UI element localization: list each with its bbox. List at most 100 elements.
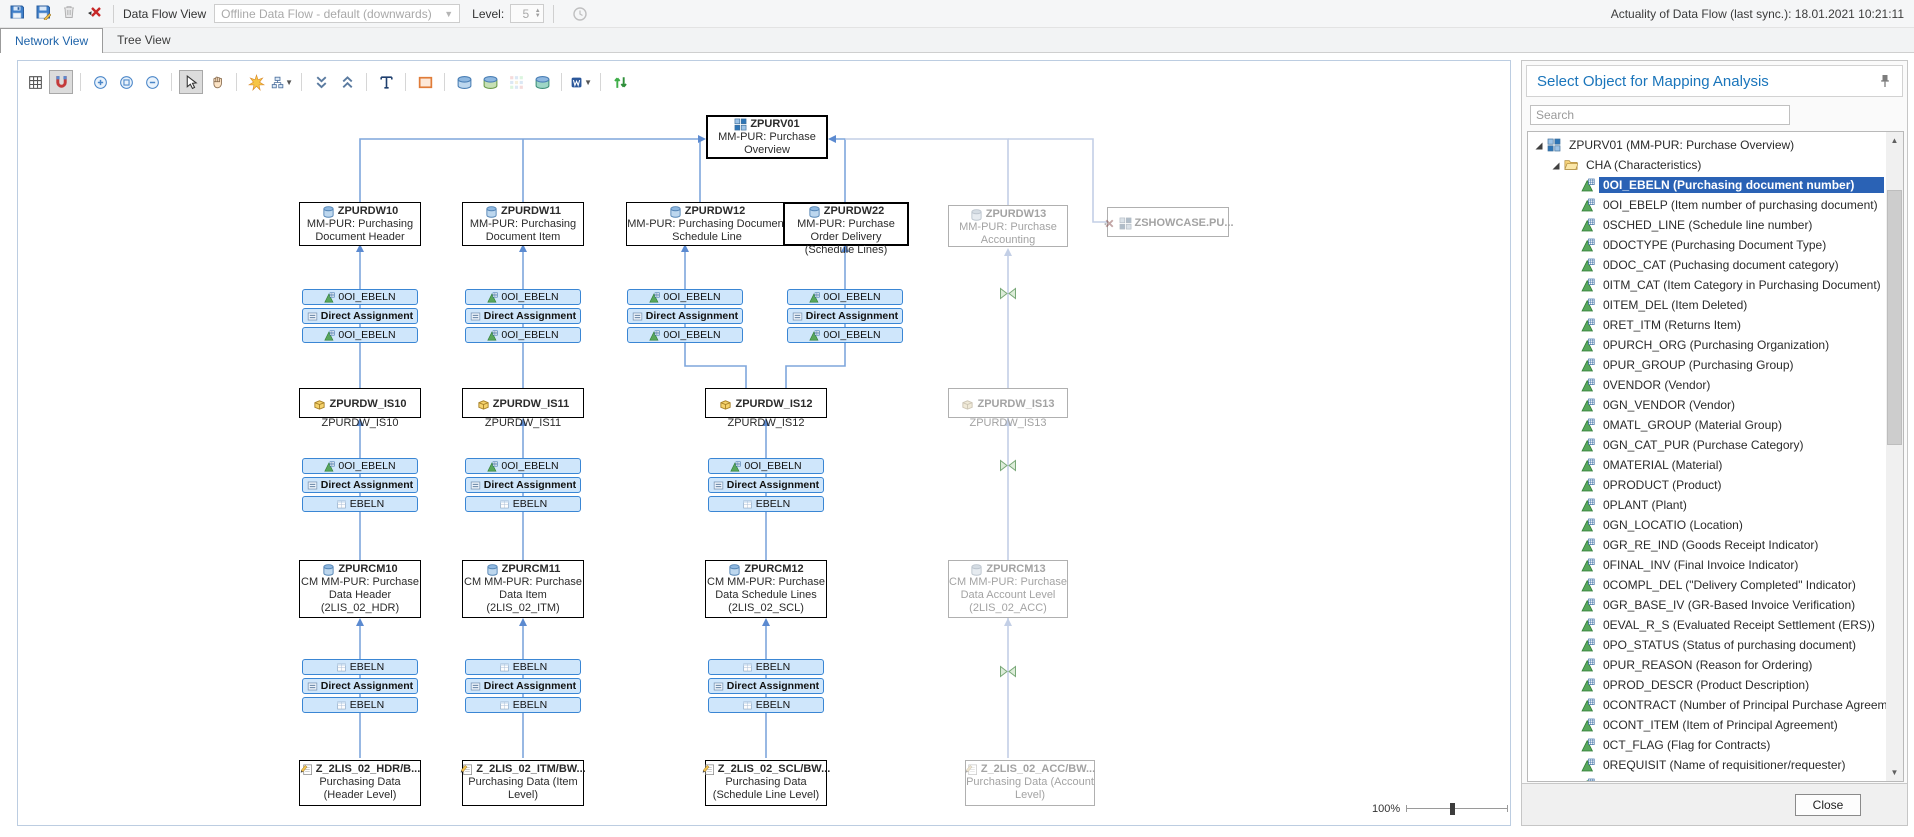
diagram-node[interactable]: Z_2LIS_02_HDR/B...Purchasing Data (Heade… [299,760,421,806]
diagram-node[interactable]: ZPURDW_IS12ZPURDW_IS12 [705,388,827,418]
mapping-field-box[interactable]: 0OI_EBELN [465,289,581,305]
grid-toggle-icon[interactable] [23,70,47,94]
data-flow-dropdown[interactable]: Offline Data Flow - default (downwards) … [214,4,460,23]
close-button[interactable]: Close [1795,794,1861,816]
mapping-field-box[interactable]: EBELN [465,659,581,675]
tree-item[interactable]: 0PUR_REASON (Reason for Ordering) [1528,655,1884,675]
layout-icon[interactable]: ▼ [270,70,294,94]
zoom-slider-thumb[interactable] [1450,803,1455,815]
collapsed-mapping-icon[interactable] [999,459,1017,472]
tree-item[interactable]: 0MATL_GROUP (Material Group) [1528,415,1884,435]
tree-item[interactable]: 0PURCH_ORG (Purchasing Organization) [1528,335,1884,355]
expand-all-icon[interactable] [335,70,359,94]
frame-icon[interactable] [413,70,437,94]
diagram-node[interactable]: ZPURDW10MM-PUR: Purchasing Document Head… [299,202,421,246]
tree-item[interactable]: 0ITM_CAT (Item Category in Purchasing Do… [1528,275,1884,295]
tree-item[interactable]: 0GR_RE_IND (Goods Receipt Indicator) [1528,535,1884,555]
schedule-clock-icon[interactable] [571,5,589,23]
search-input[interactable] [1530,105,1790,125]
diagram-node[interactable]: ZPURCM12CM MM-PUR: Purchase Data Schedul… [705,560,827,618]
tree-item[interactable]: 0CONT_ITEM (Item of Principal Agreement) [1528,715,1884,735]
mapping-field-box[interactable]: 0OI_EBELN [787,289,903,305]
mapping-field-box[interactable]: 0OI_EBELN [302,289,418,305]
spinner-arrows-icon[interactable]: ▲▼ [532,9,543,19]
scroll-down-icon[interactable]: ▼ [1886,764,1903,781]
word-export-icon[interactable]: ▼ [569,70,593,94]
remove-red-x-icon[interactable] [86,3,104,21]
magnet-icon[interactable] [49,70,73,94]
sync-refresh-icon[interactable] [608,70,632,94]
diagram-node[interactable]: Z_2LIS_02_ITM/BW...Purchasing Data (Item… [462,760,584,806]
diagram-node[interactable]: ZPURCM11CM MM-PUR: Purchase Data Item (2… [462,560,584,618]
tree-item[interactable]: CHA (Characteristics) [1528,155,1884,175]
infoprovider-green-icon[interactable] [478,70,502,94]
diagram-node[interactable]: Z_2LIS_02_SCL/BW...Purchasing Data (Sche… [705,760,827,806]
pin-icon[interactable] [1878,74,1892,88]
save-icon[interactable] [8,3,26,21]
tree-item[interactable]: 0GN_VENDOR (Vendor) [1528,395,1884,415]
zoom-slider[interactable] [1406,799,1508,819]
tree-item[interactable]: 0OI_EBELP (Item number of purchasing doc… [1528,195,1884,215]
scrollbar-thumb[interactable] [1887,190,1902,445]
transformation-box[interactable]: Direct Assignment [302,308,418,324]
tab-network-view[interactable]: Network View [0,28,103,53]
tree-item[interactable]: 0GR_BASE_IV (GR-Based Invoice Verificati… [1528,595,1884,615]
tree-item[interactable]: 0EVAL_R_S (Evaluated Receipt Settlement … [1528,615,1884,635]
tree-item[interactable]: 0CT_FLAG (Flag for Contracts) [1528,735,1884,755]
transformation-box[interactable]: Direct Assignment [787,308,903,324]
tree-item[interactable]: 0DOC_CAT (Puchasing document category) [1528,255,1884,275]
tree-item[interactable]: 0REQUISIT (Name of requisitioner/request… [1528,755,1884,775]
diagram-node[interactable]: ZPURDW_IS13ZPURDW_IS13 [948,388,1068,418]
transformation-box[interactable]: Direct Assignment [708,477,824,493]
zoom-fit-icon[interactable] [114,70,138,94]
transformation-box[interactable]: Direct Assignment [465,308,581,324]
infoprovider-teal-icon[interactable] [530,70,554,94]
mapping-field-box[interactable]: EBELN [708,697,824,713]
mapping-field-box[interactable]: EBELN [465,697,581,713]
collapsed-mapping-icon[interactable] [999,665,1017,678]
tree-item[interactable]: 0GN_CAT_PUR (Purchase Category) [1528,435,1884,455]
mapping-field-box[interactable]: EBELN [708,659,824,675]
text-mode-icon[interactable] [374,70,398,94]
mapping-field-box[interactable]: 0OI_EBELN [627,289,743,305]
tree-item[interactable]: 0SCHED_LINE (Schedule line number) [1528,215,1884,235]
diagram-node[interactable]: ZPURDW_IS10ZPURDW_IS10 [299,388,421,418]
tree-item[interactable]: 0PUR_GROUP (Purchasing Group) [1528,355,1884,375]
tree-item[interactable]: 0PROD_DESCR (Product Description) [1528,675,1884,695]
tree-item[interactable] [1528,775,1884,782]
transformation-box[interactable]: Direct Assignment [627,308,743,324]
save-as-icon[interactable] [34,3,52,21]
tree-item[interactable]: 0COMPL_DEL ("Delivery Completed" Indicat… [1528,575,1884,595]
tree-item[interactable]: 0VENDOR (Vendor) [1528,375,1884,395]
mapping-field-box[interactable]: 0OI_EBELN [302,458,418,474]
mapping-field-box[interactable]: EBELN [708,496,824,512]
tree-item[interactable]: 0FINAL_INV (Final Invoice Indicator) [1528,555,1884,575]
delete-trash-icon[interactable] [60,3,78,21]
collapsed-mapping-icon[interactable] [999,287,1017,300]
tree-item[interactable]: 0OI_EBELN (Purchasing document number) [1528,175,1884,195]
diagram-node[interactable]: ZSHOWCASE.PU... [1107,207,1229,237]
transformation-box[interactable]: Direct Assignment [465,477,581,493]
diagram-node[interactable]: ZPURV01MM-PUR: Purchase Overview [706,115,828,159]
tree-item[interactable]: 0MATERIAL (Material) [1528,455,1884,475]
zoom-in-icon[interactable] [88,70,112,94]
expander-icon[interactable] [1551,160,1561,170]
mapping-field-box[interactable]: EBELN [302,697,418,713]
diagram-node[interactable]: ZPURDW22MM-PUR: Purchase Order Delivery … [783,202,909,246]
mapping-field-box[interactable]: EBELN [302,496,418,512]
select-cursor-icon[interactable] [179,70,203,94]
diagram-node[interactable]: ZPURDW_IS11ZPURDW_IS11 [462,388,584,418]
infoprovider-blue-icon[interactable] [452,70,476,94]
diagram-node[interactable]: ZPURCM10CM MM-PUR: Purchase Data Header … [299,560,421,618]
tree-item[interactable]: 0ITEM_DEL (Item Deleted) [1528,295,1884,315]
transformation-box[interactable]: Direct Assignment [465,678,581,694]
highlight-burst-icon[interactable] [244,70,268,94]
transformation-box[interactable]: Direct Assignment [302,678,418,694]
tree-item[interactable]: ZPURV01 (MM-PUR: Purchase Overview) [1528,135,1884,155]
transformation-box[interactable]: Direct Assignment [708,678,824,694]
pan-hand-icon[interactable] [205,70,229,94]
mapping-field-box[interactable]: 0OI_EBELN [787,327,903,343]
tree-item[interactable]: 0PRODUCT (Product) [1528,475,1884,495]
tree-item[interactable]: 0RET_ITM (Returns Item) [1528,315,1884,335]
mapping-field-box[interactable]: 0OI_EBELN [465,327,581,343]
